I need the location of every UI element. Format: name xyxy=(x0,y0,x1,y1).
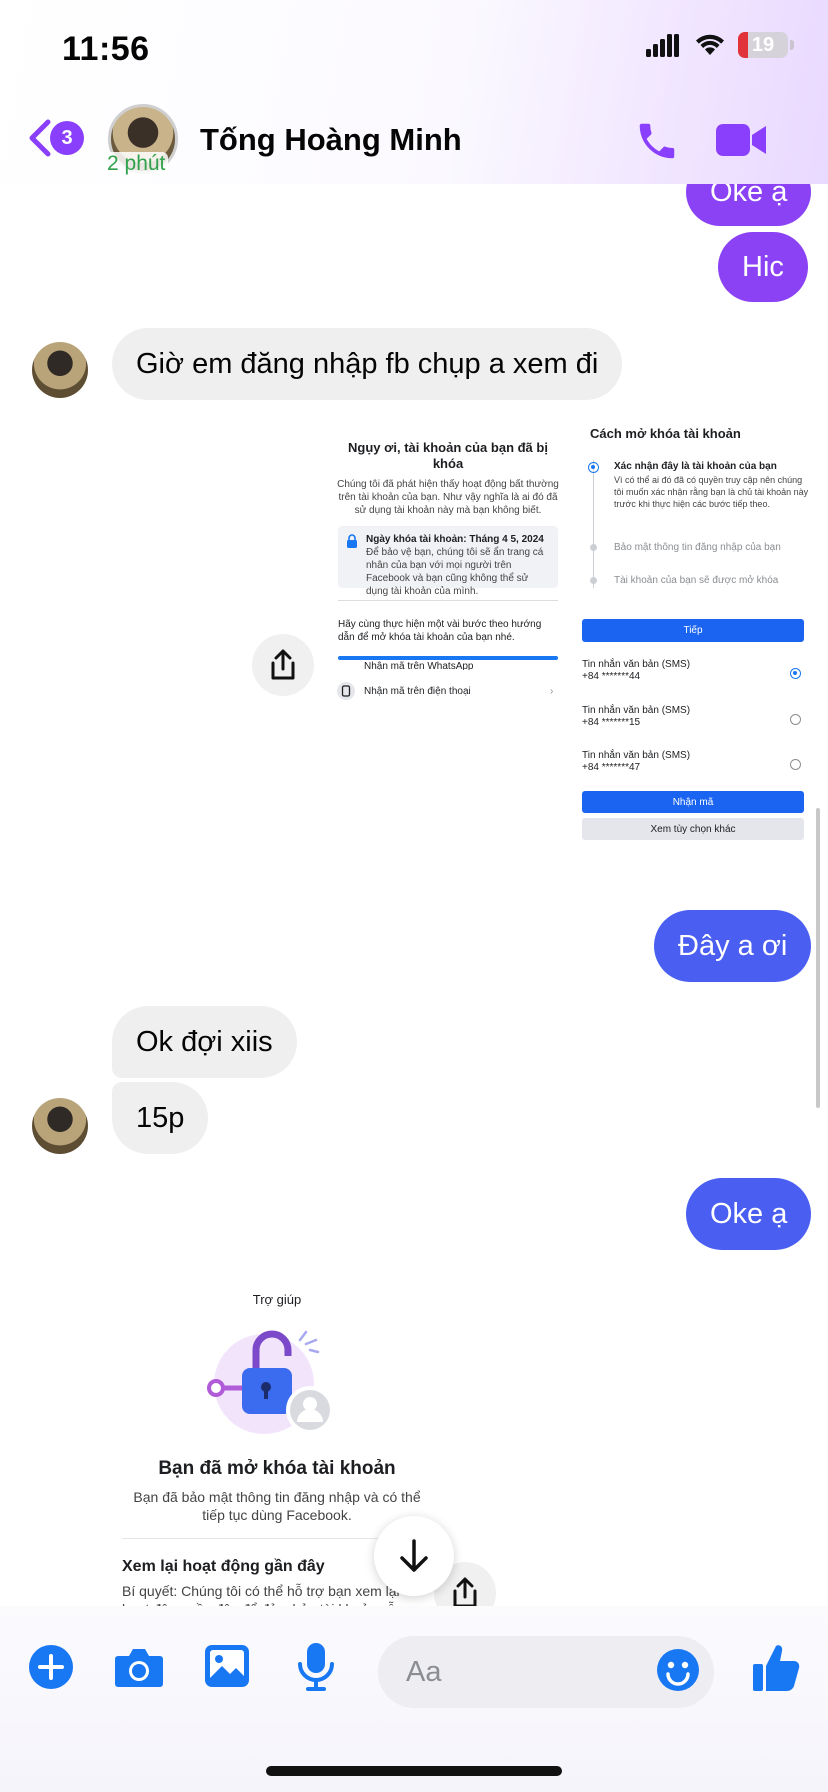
arrow-down-icon xyxy=(400,1539,428,1572)
locked-title: Ngụy ơi, tài khoản của bạn đã bị khóa xyxy=(348,440,548,471)
battery-tip xyxy=(790,40,794,50)
conversation-header: 11:56 19 3 2 phút Tống Hoàng Minh xyxy=(0,0,828,184)
incoming-message[interactable]: Giờ em đăng nhập fb chụp a xem đi xyxy=(112,328,623,400)
locked-body: Chúng tôi đã phát hiện thấy hoạt động bấ… xyxy=(337,479,559,516)
incoming-message[interactable]: 15p xyxy=(112,1082,209,1154)
shared-screenshot-locked[interactable]: Ngụy ơi, tài khoản của bạn đã bị khóa Ch… xyxy=(328,420,568,720)
unread-count-badge: 3 xyxy=(50,121,84,155)
step2: Bảo mật thông tin đăng nhập của bạn xyxy=(614,542,781,553)
sms-option-radio[interactable] xyxy=(790,759,801,770)
lock-date-card: Ngày khóa tài khoản: Tháng 4 5, 2024 Để … xyxy=(338,526,558,597)
lock-icon xyxy=(347,534,357,548)
like-button[interactable] xyxy=(752,1642,800,1697)
step1-body: Vì có thể ai đó đã có quyền truy cập nên… xyxy=(614,475,809,509)
plus-icon xyxy=(29,1645,73,1689)
sms-option-radio[interactable] xyxy=(790,668,801,679)
sms-option-number: +84 *******15 xyxy=(582,717,641,728)
emoji-icon xyxy=(657,1649,699,1691)
scroll-to-bottom-button[interactable] xyxy=(374,1516,454,1596)
sms-option-radio[interactable] xyxy=(790,714,801,725)
option-phone[interactable]: Nhận mã trên điện thoại xyxy=(364,685,544,698)
outgoing-message[interactable]: Đây a ơi xyxy=(654,910,812,982)
contact-avatar-small[interactable] xyxy=(32,342,88,398)
outgoing-message[interactable]: Hic xyxy=(718,232,808,302)
contact-name[interactable]: Tống Hoàng Minh xyxy=(200,122,462,158)
shared-screenshot-unlock-steps[interactable]: Cách mở khóa tài khoản Xác nhận đây là t… xyxy=(570,420,816,848)
lock-date: Ngày khóa tài khoản: Tháng 4 5, 2024 xyxy=(366,534,544,545)
more-options-button[interactable]: Xem tùy chọn khác xyxy=(582,818,804,840)
unlock-title: Cách mở khóa tài khoản xyxy=(590,426,741,441)
battery-percent: 19 xyxy=(751,33,775,56)
voice-message-button[interactable] xyxy=(296,1642,336,1697)
wifi-icon xyxy=(696,34,724,55)
battery-indicator: 19 xyxy=(738,32,788,58)
lock-explanation: Để bảo vệ bạn, chúng tôi sẽ ẩn trang cá … xyxy=(366,547,544,597)
step-active-dot xyxy=(588,462,599,473)
step3: Tài khoản của bạn sẽ được mở khóa xyxy=(614,575,779,586)
step-dot xyxy=(590,577,597,584)
gallery-icon xyxy=(205,1645,249,1687)
video-camera-icon xyxy=(716,124,766,156)
unlocked-padlock-illustration-icon xyxy=(207,1330,334,1434)
share-button[interactable] xyxy=(252,634,314,696)
step-dot xyxy=(590,544,597,551)
incoming-message[interactable]: Ok đợi xiis xyxy=(112,1006,297,1078)
share-icon xyxy=(453,1577,477,1608)
back-button[interactable]: 3 xyxy=(24,118,84,158)
divider xyxy=(338,600,558,601)
share-icon xyxy=(271,649,295,680)
voice-call-button[interactable] xyxy=(634,118,680,169)
unlocked-title: Bạn đã mở khóa tài khoản xyxy=(158,1458,396,1479)
emoji-button[interactable] xyxy=(656,1648,700,1697)
more-actions-button[interactable] xyxy=(28,1644,74,1695)
help-label: Trợ giúp xyxy=(252,1292,302,1307)
home-indicator xyxy=(266,1766,562,1776)
steps-line xyxy=(593,460,594,588)
cellular-signal-icon xyxy=(646,34,679,57)
camera-icon xyxy=(115,1649,163,1687)
step1-title: Xác nhận đây là tài khoản của bạn xyxy=(614,461,777,472)
scrollbar[interactable] xyxy=(816,808,820,1108)
sms-option-number: +84 *******44 xyxy=(582,671,641,682)
outgoing-message[interactable]: Oke ạ xyxy=(686,1178,812,1250)
video-call-button[interactable] xyxy=(714,120,768,165)
active-status: 2 phút xyxy=(104,152,169,176)
chevron-right-icon: › xyxy=(550,686,554,697)
status-time: 11:56 xyxy=(62,30,150,68)
thumbs-up-icon xyxy=(753,1645,800,1691)
get-code-button[interactable]: Nhận mã xyxy=(582,791,804,813)
option-whatsapp[interactable]: Nhận mã trên WhatsApp xyxy=(364,660,544,670)
unlocked-body: Bạn đã bảo mật thông tin đăng nhập và có… xyxy=(133,1489,421,1523)
gallery-button[interactable] xyxy=(204,1644,250,1693)
sms-option-number: +84 *******47 xyxy=(582,762,641,773)
phone-code-icon xyxy=(337,682,355,700)
microphone-icon xyxy=(298,1643,334,1691)
continue-button[interactable]: Tiếp xyxy=(582,619,804,642)
phone-icon xyxy=(639,123,675,159)
camera-button[interactable] xyxy=(114,1646,164,1693)
steps-intro: Hãy cùng thực hiện một vài bước theo hướ… xyxy=(338,619,542,643)
contact-avatar-small[interactable] xyxy=(32,1098,88,1154)
status-icons: 19 xyxy=(646,32,794,58)
